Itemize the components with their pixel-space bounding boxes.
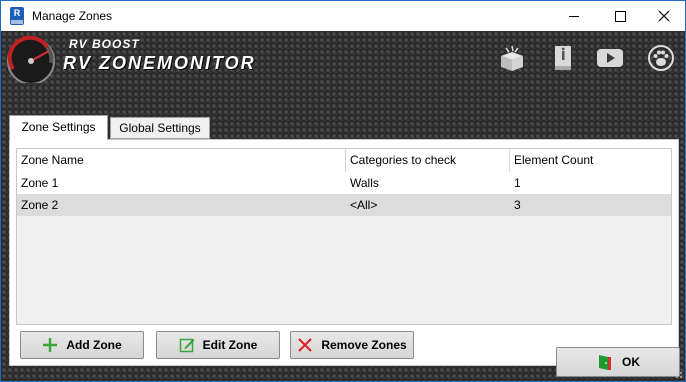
- close-icon: [658, 10, 670, 22]
- cell-categories: <All>: [350, 198, 378, 212]
- maximize-button[interactable]: [597, 1, 643, 31]
- dialog-body: RV BOOST RV ZONEMONITOR Zone Settings Gl…: [1, 31, 685, 381]
- brand-subtitle: RV BOOST: [69, 37, 140, 51]
- column-header-categories[interactable]: Categories to check: [346, 149, 510, 172]
- brand-banner: RV BOOST RV ZONEMONITOR: [1, 31, 685, 87]
- cell-categories: Walls: [350, 176, 379, 190]
- table-row[interactable]: Zone 1 Walls 1: [17, 172, 671, 194]
- add-zone-button[interactable]: Add Zone: [20, 331, 144, 359]
- ok-button[interactable]: OK: [556, 347, 680, 377]
- ok-label: OK: [622, 355, 640, 369]
- speedometer-logo-icon: [7, 35, 55, 83]
- exit-door-icon: [599, 355, 611, 370]
- column-header-element-count[interactable]: Element Count: [510, 149, 671, 172]
- zones-table: Zone Name Categories to check Element Co…: [16, 148, 672, 325]
- minimize-icon: [569, 15, 579, 17]
- tab-global-settings[interactable]: Global Settings: [110, 117, 210, 139]
- brand-title: RV ZONEMONITOR: [63, 53, 256, 73]
- add-zone-label: Add Zone: [66, 338, 122, 352]
- table-header: Zone Name Categories to check Element Co…: [17, 149, 671, 173]
- title-bar: R Manage Zones: [1, 1, 685, 31]
- edit-zone-label: Edit Zone: [202, 338, 258, 352]
- remove-x-icon: [298, 338, 313, 352]
- maximize-icon: [614, 10, 626, 22]
- close-button[interactable]: [641, 1, 685, 31]
- remove-zones-label: Remove Zones: [321, 338, 407, 352]
- revit-app-icon: R: [10, 7, 24, 25]
- zone-settings-panel: Zone Name Categories to check Element Co…: [9, 139, 679, 366]
- cell-element-count: 3: [514, 198, 521, 212]
- package-icon[interactable]: [497, 43, 527, 73]
- tab-zone-settings[interactable]: Zone Settings: [9, 115, 108, 140]
- resize-grip-icon[interactable]: [673, 369, 683, 379]
- paw-icon[interactable]: [646, 43, 676, 73]
- edit-pencil-icon: [179, 338, 195, 353]
- edit-zone-button[interactable]: Edit Zone: [156, 331, 280, 359]
- video-play-icon[interactable]: [595, 43, 625, 73]
- cell-zone-name: Zone 1: [21, 176, 59, 190]
- table-row-selected[interactable]: Zone 2 <All> 3: [17, 194, 671, 216]
- plus-icon: [43, 338, 58, 352]
- minimize-button[interactable]: [551, 1, 597, 31]
- column-header-zone-name[interactable]: Zone Name: [17, 149, 346, 172]
- remove-zones-button[interactable]: Remove Zones: [290, 331, 414, 359]
- info-book-icon[interactable]: [548, 43, 578, 73]
- cell-element-count: 1: [514, 176, 521, 190]
- window-title: Manage Zones: [32, 9, 113, 23]
- cell-zone-name: Zone 2: [21, 198, 59, 212]
- manage-zones-window: R Manage Zones RV BOOST RV ZONEMONITOR Z…: [0, 0, 686, 382]
